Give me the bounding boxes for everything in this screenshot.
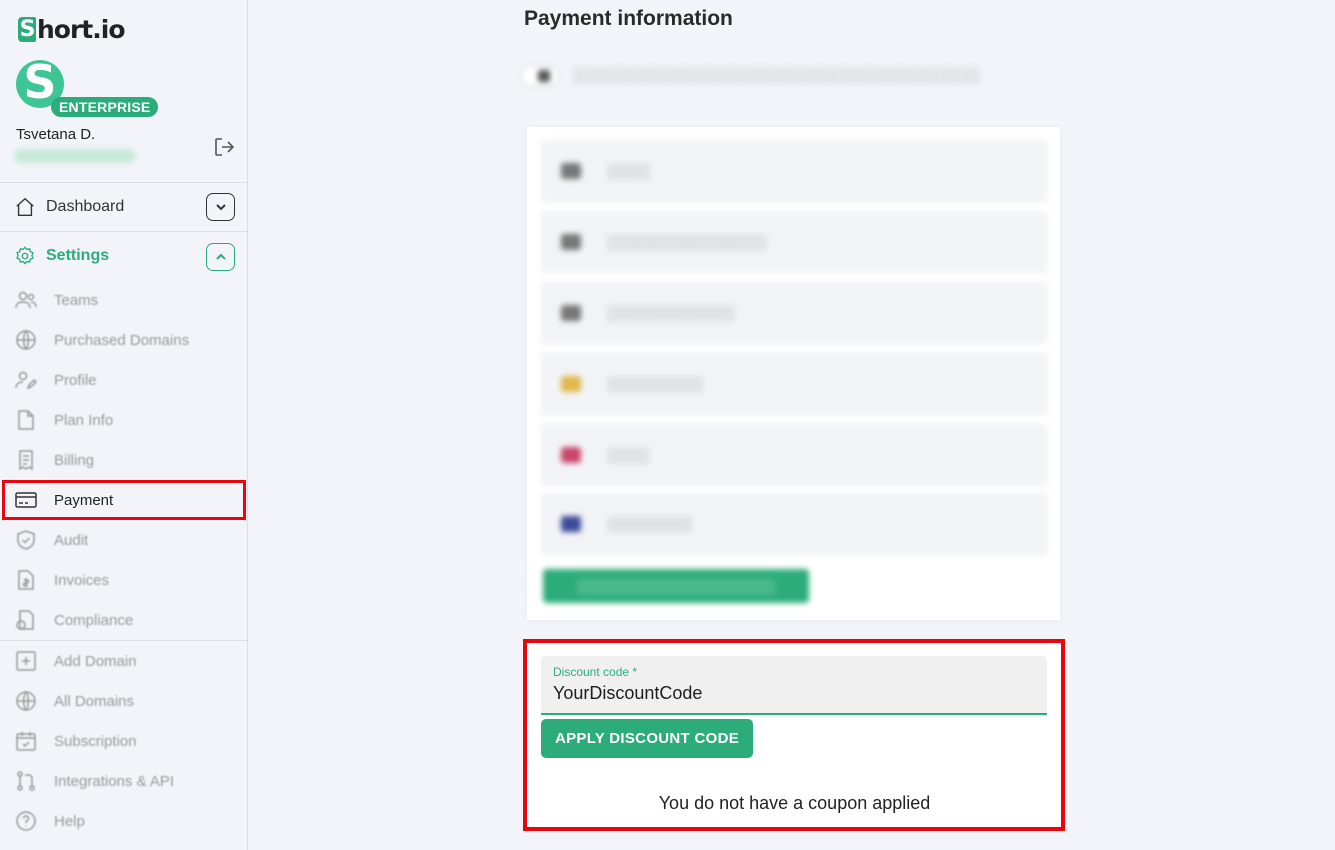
logo-text: hort.io <box>37 15 125 44</box>
payment-highlight-box <box>2 480 246 520</box>
card-icon <box>561 163 581 179</box>
payment-method-row[interactable]: ░░░░░░░░ <box>541 493 1047 555</box>
sidebar-item-subscription[interactable]: Subscription <box>14 728 137 754</box>
calendar-check-icon <box>16 732 36 751</box>
sidebar-item-billing[interactable]: Billing <box>14 447 94 473</box>
sidebar-item-all-domains[interactable]: All Domains <box>14 688 134 714</box>
sidebar-item-label: Audit <box>54 531 89 549</box>
logo-mark: S <box>18 17 36 42</box>
nav-dashboard[interactable]: Dashboard <box>14 196 124 218</box>
logout-icon[interactable] <box>212 135 236 159</box>
sepa-icon <box>561 516 581 532</box>
globe-icon <box>16 691 36 711</box>
sidebar-item-label: Teams <box>54 291 99 309</box>
payment-method-row[interactable]: ░░░░░░░░░ <box>541 353 1047 415</box>
sidebar-item-add-domain[interactable]: Add Domain <box>14 648 137 674</box>
nav-settings[interactable]: Settings <box>14 245 109 267</box>
toggle-switch[interactable] <box>522 66 558 86</box>
ideal-icon <box>561 447 581 463</box>
sidebar-item-label: Invoices <box>54 571 110 589</box>
payment-method-row[interactable]: ░░░░░░░░░░░░░░░ <box>541 211 1047 273</box>
user-email-blurred <box>14 149 136 163</box>
sidebar-item-label: Compliance <box>54 611 134 629</box>
payment-methods-card: ░░░░ ░░░░░░░░░░░░░░░ ░░░░░░░░░░░░ ░░░░░░… <box>527 127 1060 620</box>
nav-settings-label: Settings <box>46 247 110 264</box>
settings-collapse-button[interactable] <box>206 243 235 271</box>
sidebar-item-plan-info[interactable]: Plan Info <box>14 407 113 433</box>
sidebar-item-label: All Domains <box>54 692 135 710</box>
sidebar-item-teams[interactable]: Teams <box>14 287 98 313</box>
receipt-icon <box>19 450 33 471</box>
plus-square-icon <box>16 651 36 671</box>
user-edit-icon <box>15 371 38 390</box>
gear-icon <box>16 246 34 265</box>
globe-icon <box>16 330 36 350</box>
sidebar-item-label: Purchased Domains <box>54 331 190 349</box>
bank-icon <box>561 234 581 250</box>
sidebar-item-help[interactable]: Help <box>14 808 85 834</box>
payment-method-row[interactable]: ░░░░ <box>541 424 1047 486</box>
discount-highlight-box <box>523 639 1065 831</box>
bancontact-icon <box>561 376 581 392</box>
sidebar-item-integrations-api[interactable]: Integrations & API <box>14 768 174 794</box>
bank-icon <box>561 305 581 321</box>
home-icon <box>16 197 34 216</box>
chevron-down-icon <box>215 204 226 211</box>
nav-dashboard-label: Dashboard <box>46 198 125 215</box>
divider <box>0 231 248 232</box>
page-title: Payment information <box>524 7 733 30</box>
sidebar-item-label: Billing <box>54 451 95 469</box>
sidebar-item-label: Subscription <box>54 732 137 750</box>
sidebar-item-label: Add Domain <box>54 652 137 670</box>
help-icon <box>16 811 36 831</box>
invoice-icon <box>18 570 34 590</box>
sidebar: Short.io S ENTERPRISE Tsvetana D. Dashbo… <box>0 0 248 850</box>
user-name: Tsvetana D. <box>16 126 96 143</box>
sidebar-item-label: Help <box>54 812 85 830</box>
shortio-logo[interactable]: Short.io <box>18 15 125 44</box>
payment-method-row[interactable]: ░░░░░░░░░░░░ <box>541 282 1047 344</box>
chevron-up-icon <box>215 253 226 260</box>
sidebar-item-label: Profile <box>54 371 97 389</box>
git-icon <box>17 771 35 791</box>
sidebar-item-label: Integrations & API <box>54 772 175 790</box>
divider <box>0 182 248 183</box>
sidebar-item-purchased-domains[interactable]: Purchased Domains <box>14 327 189 353</box>
sidebar-item-invoices[interactable]: Invoices <box>14 567 109 593</box>
auto-upgrade-toggle-blurred[interactable]: ░░░░░░░░░░░░░░░░░░░░░░░░░░░░░░░░░░░░ <box>522 66 980 86</box>
payment-method-row[interactable]: ░░░░ <box>541 140 1047 202</box>
divider <box>0 640 248 641</box>
dashboard-expand-button[interactable] <box>206 193 235 221</box>
document-icon <box>18 410 34 430</box>
sidebar-item-profile[interactable]: Profile <box>14 367 97 393</box>
add-payment-method-button-blurred[interactable]: ░░░░░░░░░░░░░░░░░░░░ <box>543 569 809 603</box>
compliance-icon <box>16 610 34 630</box>
shield-check-icon <box>17 530 35 550</box>
auto-upgrade-label-blurred: ░░░░░░░░░░░░░░░░░░░░░░░░░░░░░░░░░░░░ <box>572 67 981 84</box>
plan-badge: ENTERPRISE <box>51 97 159 117</box>
sidebar-item-audit[interactable]: Audit <box>14 527 88 553</box>
users-icon <box>15 291 37 309</box>
sidebar-item-label: Plan Info <box>54 411 114 429</box>
sidebar-item-compliance[interactable]: Compliance <box>14 607 133 633</box>
